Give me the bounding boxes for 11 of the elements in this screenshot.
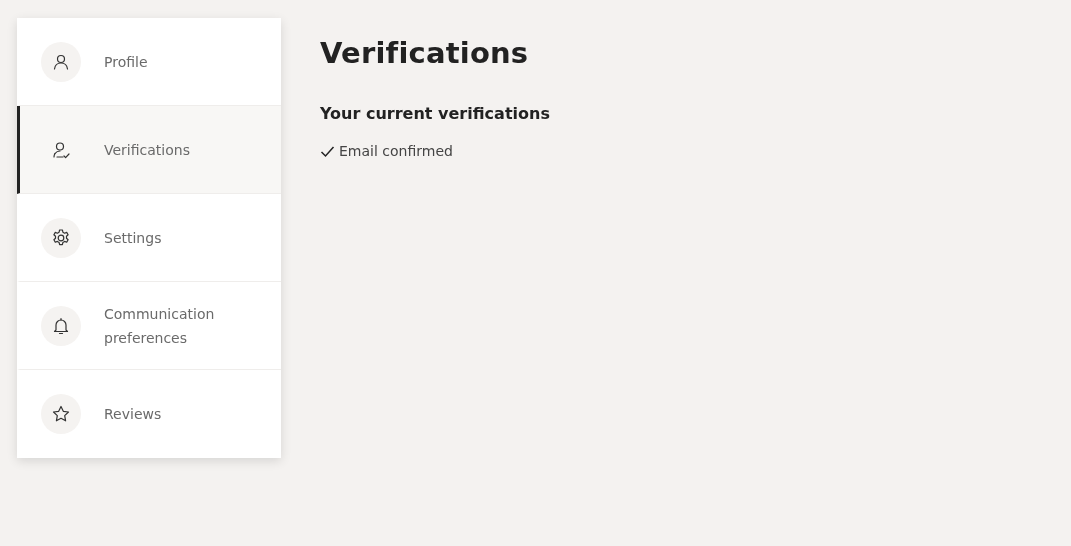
bell-icon [51, 315, 71, 336]
settings-icon [51, 227, 71, 248]
sidebar-item[interactable]: Communication preferences [17, 282, 281, 370]
sidebar-item[interactable]: Settings [17, 194, 281, 282]
sidebar-item[interactable]: Verifications [17, 106, 281, 194]
verification-label: Email confirmed [339, 143, 453, 159]
page-title: Verifications [320, 36, 530, 70]
sidebar-item[interactable]: Reviews [17, 370, 281, 458]
star-icon [51, 404, 71, 424]
section-heading: Your current verifications [320, 104, 550, 123]
person-check-icon [51, 139, 71, 160]
